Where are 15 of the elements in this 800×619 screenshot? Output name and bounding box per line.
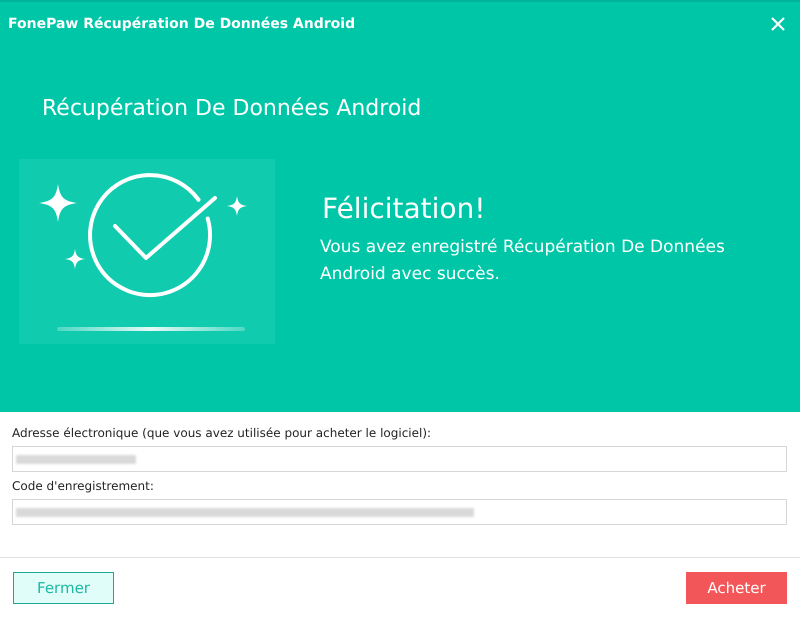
sparkle-icon [65,249,85,269]
close-icon [771,17,785,31]
input-field[interactable] [12,446,787,472]
sparkle-icon [39,184,77,222]
success-message: Vous avez enregistré Récupération De Données Android avec succès. [320,236,726,286]
window-title: FonePaw Récupération De Données Android [8,14,356,34]
sparkle-icon [227,196,247,216]
field-label: Adresse électronique (que vous avez utilisée pour acheter le logiciel): [12,425,432,441]
buy-button[interactable]: Acheter [686,572,787,604]
field-label: Code d'enregistrement: [12,478,155,494]
close-dialog-button[interactable]: Fermer [13,572,114,604]
product-name: Récupération De Données Android [42,96,422,121]
check-circle-icon [87,173,219,299]
congratulation-heading: Félicitation! [321,191,487,227]
input-field[interactable] [12,499,787,525]
